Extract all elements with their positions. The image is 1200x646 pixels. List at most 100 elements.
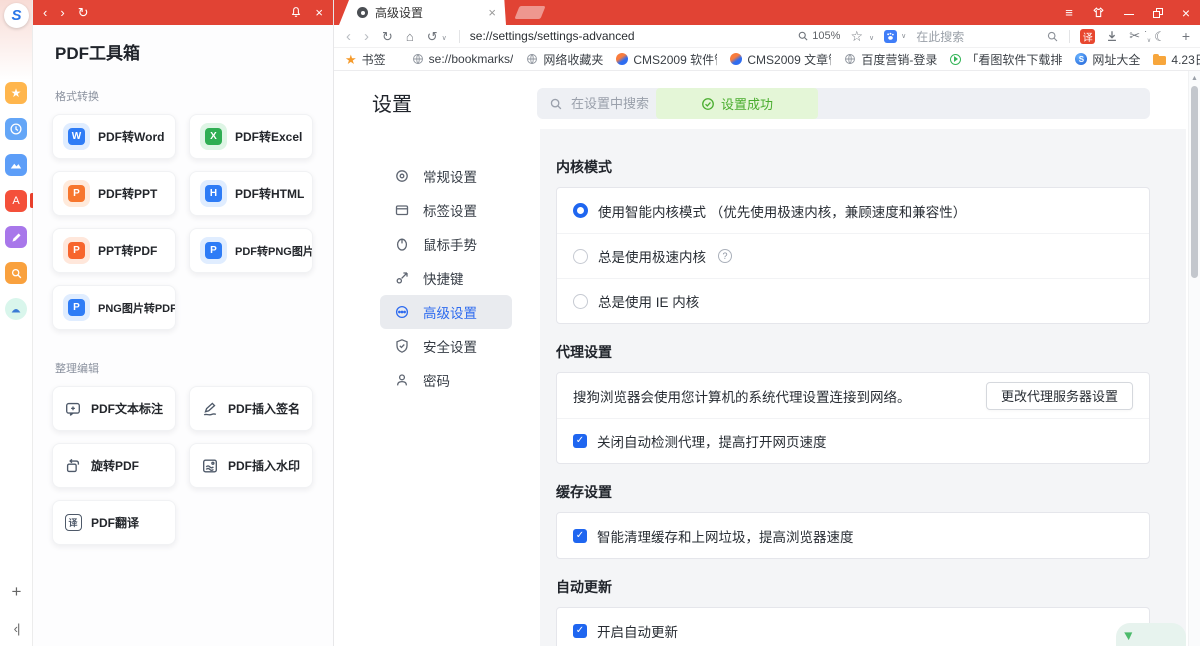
ppt-to-pdf-button[interactable]: P PPT转PDF [52, 228, 176, 273]
pdf-to-word-button[interactable]: W PDF转Word [52, 114, 176, 159]
cache-checkbox-row[interactable]: ✓ 智能清理缓存和上网垃圾，提高浏览器速度 [557, 513, 1149, 558]
check-circle-icon [701, 97, 715, 111]
screenshot-scissors-icon[interactable]: ✂·∨ [1129, 28, 1140, 44]
scissors-caret-icon[interactable]: ∨ [1147, 37, 1151, 44]
weather-app-icon[interactable] [5, 298, 27, 320]
add-extension-plus-icon[interactable]: + [1182, 29, 1190, 43]
toolbar-search-input[interactable] [916, 30, 1036, 44]
nav-passwords[interactable]: 密码 [380, 363, 512, 397]
url-text[interactable]: se://settings/settings-advanced [470, 29, 790, 43]
undo-close-icon[interactable]: ↺ [427, 30, 438, 43]
panel-forward-icon[interactable]: › [60, 6, 64, 19]
new-tab-button[interactable] [514, 6, 545, 19]
kernel-option-speed[interactable]: 总是使用极速内核 ? [557, 233, 1149, 278]
settings-search-box[interactable]: 设置成功 [537, 88, 1150, 119]
cms-site-icon [616, 53, 628, 65]
scrollbar-thumb[interactable] [1191, 86, 1198, 278]
history-clock-icon[interactable] [5, 118, 27, 140]
toolbar-search-field[interactable] [916, 29, 1036, 44]
bookmark-root[interactable]: ★书签 [345, 51, 386, 68]
home-icon[interactable]: ⌂ [406, 30, 414, 43]
add-app-button[interactable]: + [0, 583, 33, 600]
tab-bar: 高级设置 × ≡ × [334, 0, 1200, 25]
pdf-word-icon: W [63, 123, 90, 150]
bookmark-item[interactable]: CMS2009 软件管 [616, 51, 717, 68]
checkbox-checked[interactable]: ✓ [573, 434, 587, 448]
bookmark-item[interactable]: se://bookmarks/ [412, 52, 514, 66]
checkbox-checked[interactable]: ✓ [573, 624, 587, 638]
pdf-annotate-button[interactable]: PDF文本标注 [52, 386, 176, 431]
forward-icon[interactable]: › [364, 29, 369, 44]
scrollbar[interactable]: ▲ [1188, 71, 1200, 646]
rotate-pdf-button[interactable]: 旋转PDF [52, 443, 176, 488]
favorites-app-icon[interactable]: ★ [5, 82, 27, 104]
panel-refresh-icon[interactable]: ↻ [78, 6, 89, 19]
favorite-star-icon[interactable]: ☆ [850, 29, 863, 43]
back-icon[interactable]: ‹ [346, 29, 351, 44]
notes-pen-icon[interactable] [5, 226, 27, 248]
star-caret-icon[interactable]: ∨ [869, 34, 874, 42]
main-menu-icon[interactable]: ≡ [1065, 6, 1073, 19]
sogou-paw-icon[interactable] [884, 30, 897, 43]
radio-unselected[interactable] [573, 249, 588, 264]
gallery-mountain-icon[interactable] [5, 154, 27, 176]
annotate-icon [63, 399, 83, 419]
refresh-icon[interactable]: ↻ [382, 30, 393, 43]
png-to-pdf-button[interactable]: P PNG图片转PDF [52, 285, 176, 330]
nav-tab-settings[interactable]: 标签设置 [380, 193, 512, 227]
pdf-to-excel-button[interactable]: X PDF转Excel [189, 114, 313, 159]
search-engine-caret-icon[interactable]: ∨ [901, 32, 906, 40]
skin-shirt-icon[interactable] [1092, 6, 1105, 19]
signature-icon [200, 399, 220, 419]
bookmark-item[interactable]: 百度营销-登录 [844, 51, 937, 68]
bookmark-folder[interactable]: 4.23日日常经常 [1153, 51, 1200, 68]
checkbox-checked[interactable]: ✓ [573, 529, 587, 543]
zoom-control[interactable]: 105% [797, 30, 840, 42]
nav-general-settings[interactable]: 常规设置 [380, 159, 512, 193]
bookmark-item[interactable]: CMS2009 文章管 [730, 51, 831, 68]
tab-advanced-settings[interactable]: 高级设置 × [339, 0, 506, 25]
tab-close-icon[interactable]: × [488, 6, 496, 19]
floating-widget[interactable] [1116, 623, 1186, 646]
pdf-toolbox-icon[interactable]: A [5, 190, 27, 212]
radio-unselected[interactable] [573, 294, 588, 309]
bookmark-item[interactable]: 网络收藏夹 [526, 51, 603, 68]
panel-back-icon[interactable]: ‹ [43, 6, 47, 19]
nav-security-settings[interactable]: 安全设置 [380, 329, 512, 363]
nav-advanced-settings[interactable]: 高级设置 [380, 295, 512, 329]
bookmark-item[interactable]: 「看图软件下载排 [950, 51, 1062, 68]
radio-selected[interactable] [573, 203, 588, 218]
nav-shortcuts[interactable]: 快捷键 [380, 261, 512, 295]
night-mode-moon-icon[interactable]: ☾ [1154, 30, 1166, 43]
restore-icon[interactable] [1153, 8, 1163, 18]
help-icon[interactable]: ? [718, 249, 732, 263]
address-toolbar: ‹ › ↻ ⌂ ↺ ∨ se://settings/settings-advan… [334, 25, 1200, 48]
scrollbar-up-arrow[interactable]: ▲ [1189, 75, 1200, 82]
translate-page-icon[interactable]: 译 [1080, 29, 1095, 44]
undo-caret-icon[interactable]: ∨ [442, 34, 447, 42]
search-app-icon[interactable] [5, 262, 27, 284]
sogou-logo[interactable]: S [4, 3, 29, 28]
bookmark-item[interactable]: S网址大全 [1075, 51, 1140, 68]
success-toast: 设置成功 [656, 88, 818, 119]
panel-bell-icon[interactable] [290, 6, 302, 20]
pdf-watermark-button[interactable]: PDF插入水印 [189, 443, 313, 488]
pdf-to-html-button[interactable]: H PDF转HTML [189, 171, 313, 216]
minimize-icon[interactable] [1124, 10, 1134, 15]
collapse-panel-button[interactable]: ‹| [0, 622, 33, 635]
proxy-checkbox-row[interactable]: ✓ 关闭自动检测代理，提高打开网页速度 [557, 418, 1149, 463]
pdf-signature-button[interactable]: PDF插入签名 [189, 386, 313, 431]
nav-mouse-gestures[interactable]: 鼠标手势 [380, 227, 512, 261]
search-go-icon[interactable] [1046, 30, 1059, 43]
close-window-icon[interactable]: × [1182, 6, 1190, 20]
pdf-to-png-button[interactable]: P PDF转PNG图片 [189, 228, 313, 273]
panel-close-icon[interactable]: × [315, 6, 323, 19]
tab-title: 高级设置 [375, 4, 481, 21]
change-proxy-button[interactable]: 更改代理服务器设置 [986, 382, 1133, 410]
pdf-to-ppt-button[interactable]: P PDF转PPT [52, 171, 176, 216]
update-checkbox-row[interactable]: ✓ 开启自动更新 [557, 608, 1149, 646]
kernel-option-ie[interactable]: 总是使用 IE 内核 [557, 278, 1149, 323]
download-icon[interactable] [1105, 29, 1119, 43]
kernel-option-smart[interactable]: 使用智能内核模式 （优先使用极速内核，兼顾速度和兼容性） [557, 188, 1149, 233]
pdf-translate-button[interactable]: 译 PDF翻译 [52, 500, 176, 545]
